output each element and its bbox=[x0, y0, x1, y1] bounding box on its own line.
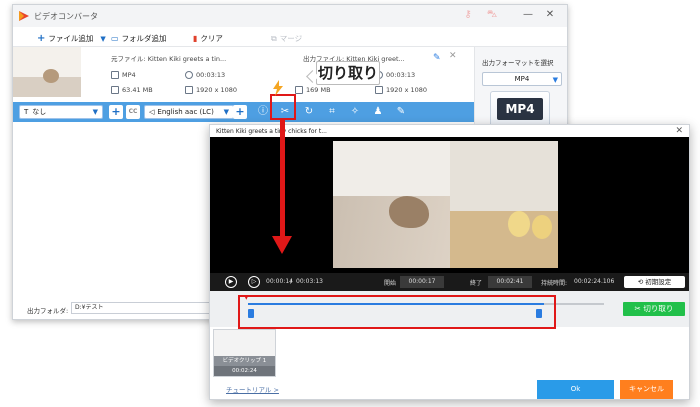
title-bar: ビデオコンバータ ⚷ ⛍ — ✕ bbox=[13, 5, 567, 27]
minimize-button[interactable]: — bbox=[521, 8, 535, 22]
total-time: 00:03:13 bbox=[296, 278, 323, 285]
start-label: 開始 bbox=[384, 280, 397, 287]
source-format: MP4 bbox=[111, 71, 136, 79]
end-time-input[interactable]: 00:02:41 bbox=[488, 276, 532, 288]
subtitle-select[interactable]: T なし ▼ bbox=[19, 105, 103, 119]
crop-icon[interactable]: ⌗ bbox=[325, 105, 339, 119]
merge-icon: ⧉ bbox=[271, 33, 277, 43]
cart-icon[interactable]: ⛍ bbox=[485, 9, 499, 23]
lightning-icon bbox=[273, 80, 283, 96]
clear-button[interactable]: ▮ クリア bbox=[193, 32, 223, 45]
output-duration: 00:03:13 bbox=[375, 71, 415, 79]
callout-label: 切り取り bbox=[316, 61, 380, 85]
format-icon bbox=[111, 71, 119, 79]
file-size-icon bbox=[295, 86, 303, 94]
clip-name: ビデオクリップ 1 bbox=[214, 356, 275, 366]
step-button[interactable]: ▷ bbox=[248, 276, 260, 288]
speaker-icon: ◁ bbox=[149, 108, 155, 116]
info-icon[interactable]: ⓘ bbox=[256, 105, 270, 119]
audio-track-value: English aac (LC) bbox=[157, 108, 214, 116]
dialog-close-button[interactable]: ✕ bbox=[675, 126, 683, 136]
ok-button[interactable]: Ok bbox=[537, 380, 614, 399]
output-size: 169 MB bbox=[295, 86, 331, 94]
video-clip-card[interactable]: ビデオクリップ 1 00:02:24 bbox=[213, 329, 276, 377]
start-time-input[interactable]: 00:00:17 bbox=[400, 276, 444, 288]
trash-icon: ▮ bbox=[193, 34, 198, 43]
edit-bar: T なし ▼ + CC ◁ English aac (LC) ▼ + ⓘ ✂ ↻… bbox=[13, 102, 474, 122]
chevron-down-icon[interactable]: ▼ bbox=[100, 35, 105, 43]
format-panel-title: 出力フォーマットを選択 bbox=[482, 59, 554, 67]
chevron-down-icon: ▼ bbox=[92, 108, 98, 116]
merge-label: マージ bbox=[279, 34, 303, 43]
cut-button[interactable]: ✂ 切り取り bbox=[623, 302, 685, 316]
reset-button[interactable]: ⟲ 初期設定 bbox=[624, 276, 685, 288]
output-folder-input[interactable]: D:¥テスト bbox=[71, 302, 211, 314]
remove-file-icon[interactable]: ✕ bbox=[449, 51, 457, 61]
effects-wand-icon[interactable]: ✧ bbox=[348, 105, 362, 119]
audio-track-select[interactable]: ◁ English aac (LC) ▼ bbox=[144, 105, 234, 119]
add-folder-button[interactable]: ▭ フォルダ追加 bbox=[111, 32, 167, 45]
tutorial-link[interactable]: チュートリアル > bbox=[226, 384, 279, 394]
folder-icon: ▭ bbox=[111, 34, 119, 43]
time-separator: / bbox=[290, 278, 293, 285]
mp4-icon: MP4 bbox=[497, 98, 543, 120]
source-resolution: 1920 x 1080 bbox=[185, 86, 237, 94]
video-frame-kitten bbox=[333, 141, 450, 268]
app-logo-icon bbox=[19, 11, 29, 21]
annotation-arrow-head-icon bbox=[272, 236, 292, 254]
plus-icon: + bbox=[37, 33, 46, 44]
subtitle-icon: T bbox=[24, 108, 29, 116]
duration-label: 持続時間: bbox=[541, 280, 568, 287]
cut-button-label: 切り取り bbox=[643, 304, 674, 313]
merge-button[interactable]: ⧉ マージ bbox=[271, 32, 302, 45]
end-label: 終了 bbox=[470, 280, 483, 287]
clock-icon bbox=[185, 71, 193, 79]
format-select[interactable]: MP4 ▼ bbox=[482, 72, 562, 86]
rotate-icon[interactable]: ↻ bbox=[302, 105, 316, 119]
clear-label: クリア bbox=[200, 34, 223, 43]
app-title: ビデオコンバータ bbox=[34, 12, 98, 21]
output-folder-label: 出力フォルダ: bbox=[27, 307, 69, 315]
subtitle-value: なし bbox=[32, 108, 47, 116]
annotation-arrow-shaft bbox=[280, 120, 285, 238]
clip-preview bbox=[214, 330, 275, 356]
file-size-icon bbox=[111, 86, 119, 94]
add-subtitle-button[interactable]: + bbox=[109, 105, 123, 119]
cancel-button[interactable]: キャンセル bbox=[620, 380, 673, 399]
chevron-down-icon: ▼ bbox=[552, 76, 558, 84]
format-select-value: MP4 bbox=[514, 75, 530, 83]
clip-duration: 00:02:24 bbox=[214, 366, 275, 376]
key-icon[interactable]: ⚷ bbox=[461, 9, 475, 23]
add-audio-button[interactable]: + bbox=[233, 105, 247, 119]
add-file-button[interactable]: + ファイル追加 ▼ bbox=[37, 32, 106, 45]
resolution-icon bbox=[375, 86, 383, 94]
add-file-label: ファイル追加 bbox=[48, 34, 94, 43]
main-toolbar: + ファイル追加 ▼ ▭ フォルダ追加 ▮ クリア ⧉ マージ bbox=[13, 29, 567, 47]
source-size: 63.41 MB bbox=[111, 86, 153, 94]
edit-pencil-icon[interactable]: ✎ bbox=[433, 53, 441, 63]
video-frame-chicks bbox=[450, 141, 558, 268]
current-time: 00:00:14 bbox=[266, 278, 293, 285]
resolution-icon bbox=[185, 86, 193, 94]
reset-label: 初期設定 bbox=[645, 278, 672, 286]
chevron-down-icon: ▼ bbox=[223, 108, 229, 116]
highlight-box-cut-tool bbox=[270, 94, 296, 120]
close-button[interactable]: ✕ bbox=[543, 8, 557, 22]
video-thumbnail[interactable] bbox=[13, 47, 81, 97]
watermark-icon[interactable]: ♟ bbox=[371, 105, 385, 119]
source-duration: 00:03:13 bbox=[185, 71, 225, 79]
duration-value: 00:02:24.106 bbox=[574, 278, 615, 285]
output-resolution: 1920 x 1080 bbox=[375, 86, 427, 94]
add-folder-label: フォルダ追加 bbox=[121, 34, 167, 43]
source-filename: 元ファイル: Kitten Kiki greets a tin... bbox=[111, 55, 227, 63]
edit-icon[interactable]: ✎ bbox=[394, 105, 408, 119]
dialog-title: Kitten Kiki greets a tiny chicks for t..… bbox=[216, 128, 327, 135]
subtitle-cc-button[interactable]: CC bbox=[126, 105, 140, 119]
play-button[interactable]: ▶ bbox=[225, 276, 237, 288]
player-controls: ▶ ▷ 00:00:14 / 00:03:13 開始 00:00:17 終了 0… bbox=[210, 273, 689, 291]
highlight-box-timeline bbox=[238, 295, 556, 329]
